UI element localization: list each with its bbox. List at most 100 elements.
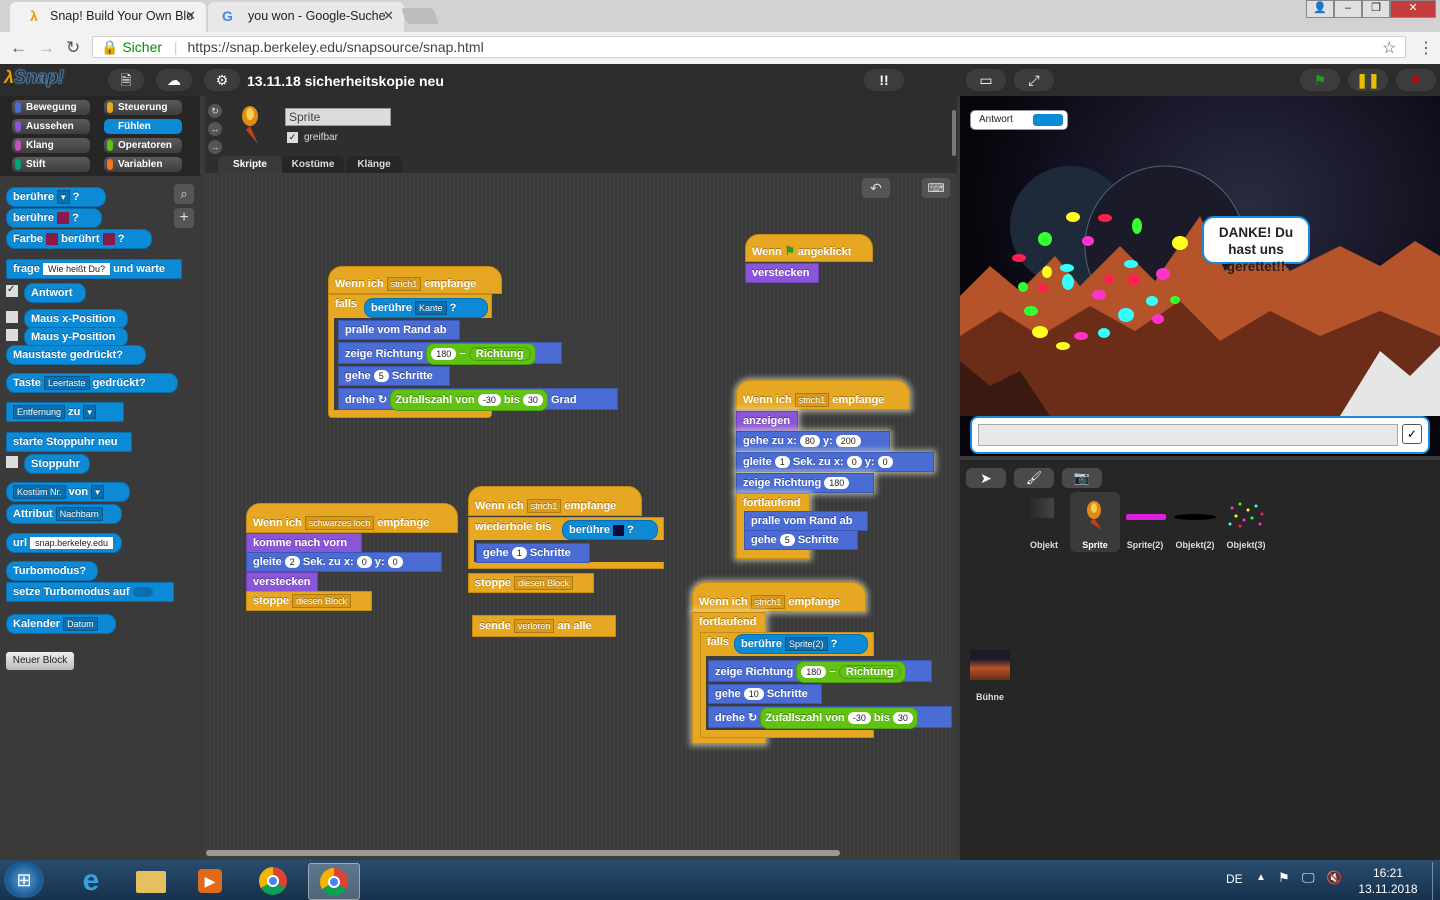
rotation-lr-icon[interactable]: ↔	[208, 122, 222, 136]
answer-watcher[interactable]: Antwort	[970, 110, 1068, 130]
glide-block[interactable]: gleite 2 Sek. zu x: 0 y: 0	[246, 552, 442, 572]
sprite-icon-objekt2[interactable]: Objekt(2)	[1172, 496, 1218, 552]
bounce-block[interactable]: pralle vom Rand ab	[744, 511, 868, 531]
hat-receive-block[interactable]: Wenn ich strich1 empfange	[692, 582, 866, 612]
block-answer[interactable]: Antwort	[24, 283, 86, 303]
category-steuerung[interactable]: Steuerung	[104, 100, 182, 115]
hide-block[interactable]: verstecken	[745, 263, 819, 283]
block-distance[interactable]: Entfernung zu ▾	[6, 402, 124, 422]
minimize-icon[interactable]: –	[1334, 0, 1362, 18]
language-indicator[interactable]: DE	[1226, 872, 1243, 886]
block-mouse-down[interactable]: Maustaste gedrückt?	[6, 345, 146, 365]
horizontal-scrollbar[interactable]	[206, 850, 840, 856]
stop-icon[interactable]: ●	[1396, 69, 1436, 91]
timer-checkbox[interactable]	[6, 456, 18, 468]
maximize-icon[interactable]: ❐	[1362, 0, 1390, 18]
stage-size-icon[interactable]: ▭	[966, 69, 1006, 91]
menu-icon[interactable]: ⋮	[1418, 38, 1434, 58]
close-tab-icon[interactable]: ✕	[185, 8, 196, 24]
sprite-icon-objekt[interactable]: Objekt	[1020, 496, 1068, 552]
block-my-attribute[interactable]: Attribut Nachbarn	[6, 504, 122, 524]
show-block[interactable]: anzeigen	[736, 411, 798, 431]
rotation-free-icon[interactable]: ↻	[208, 104, 222, 118]
turn-block[interactable]: drehe ↻ Zufallszahl von -30 bis 30 Grad	[338, 388, 618, 411]
start-button-icon[interactable]: ⊞	[4, 862, 44, 898]
block-ask[interactable]: frage Wie heißt Du? und warte	[6, 259, 182, 279]
tab-costumes[interactable]: Kostüme	[282, 156, 344, 173]
close-tab-icon[interactable]: ✕	[383, 8, 394, 24]
block-timer[interactable]: Stoppuhr	[24, 454, 90, 474]
tab-snap[interactable]: λ Snap! Build Your Own Blo ✕	[10, 2, 206, 32]
ask-input[interactable]	[978, 424, 1398, 446]
category-klang[interactable]: Klang	[12, 138, 90, 153]
pause-icon[interactable]: ❚❚	[1348, 69, 1388, 91]
block-attribute-of[interactable]: Kostüm Nr. von ▾	[6, 482, 130, 502]
touching-block[interactable]: berühre Kante ?	[364, 298, 488, 318]
touching-block[interactable]: berühre ?	[562, 520, 658, 540]
category-aussehen[interactable]: Aussehen	[12, 119, 90, 134]
move-block[interactable]: gehe 10 Schritte	[708, 684, 822, 704]
action-center-flag-icon[interactable]: ⚑	[1278, 870, 1290, 886]
paintbrush-icon[interactable]: 🖌	[1014, 468, 1054, 488]
forward-icon[interactable]: →	[38, 38, 55, 58]
internet-explorer-icon[interactable]: e	[66, 863, 116, 898]
cloud-menu-icon[interactable]: ☁	[156, 69, 192, 91]
block-turbo[interactable]: Turbomodus?	[6, 561, 98, 581]
broadcast-block[interactable]: sende verloren an alle	[472, 615, 616, 637]
hat-receive-block[interactable]: Wenn ich strich1 empfange	[468, 486, 642, 516]
stop-block[interactable]: stoppe diesen Block	[468, 573, 594, 593]
move-block[interactable]: gehe 1 Schritte	[476, 543, 590, 563]
hat-receive-block[interactable]: Wenn ich strich1 empfange	[328, 266, 502, 294]
user-icon[interactable]: 👤	[1306, 0, 1334, 18]
category-variablen[interactable]: Variablen	[104, 157, 182, 172]
chrome-icon[interactable]	[248, 863, 298, 898]
new-tab-button[interactable]	[401, 8, 439, 24]
sprite-name-field[interactable]: Sprite	[285, 108, 391, 126]
touching-block[interactable]: berühre Sprite(2) ?	[734, 634, 868, 654]
draggable-checkbox[interactable]: ✓	[287, 132, 298, 143]
sprite-bar-scrollbar[interactable]	[952, 110, 956, 156]
block-url[interactable]: url snap.berkeley.edu	[6, 533, 122, 553]
block-mouse-x[interactable]: Maus x-Position	[24, 309, 128, 329]
sprite-icon-sprite[interactable]: Sprite	[1070, 492, 1120, 552]
clock-date[interactable]: 13.11.2018	[1356, 882, 1420, 896]
answer-checkbox[interactable]: ✓	[6, 284, 18, 297]
chrome-active-icon[interactable]	[308, 863, 360, 900]
point-direction-block[interactable]: zeige Richtung 180 − Richtung	[708, 660, 932, 683]
category-fuehlen[interactable]: Fühlen	[104, 119, 182, 134]
block-date[interactable]: Kalender Datum	[6, 614, 116, 634]
stage[interactable]: DANKE! Du hast uns gerettet!! Antwort ✓	[960, 96, 1440, 456]
clock-time[interactable]: 16:21	[1360, 866, 1416, 880]
tab-scripts[interactable]: Skripte	[218, 156, 282, 173]
settings-gear-icon[interactable]: ⚙	[204, 69, 240, 91]
move-block[interactable]: gehe 5 Schritte	[744, 530, 858, 550]
fullscreen-icon[interactable]: ⤢	[1014, 69, 1054, 91]
turn-block[interactable]: drehe ↻ Zufallszahl von -30 bis 30	[708, 706, 952, 729]
category-bewegung[interactable]: Bewegung	[12, 100, 90, 115]
tab-sounds[interactable]: Klänge	[346, 156, 402, 173]
file-explorer-icon[interactable]	[126, 863, 176, 898]
category-operatoren[interactable]: Operatoren	[104, 138, 182, 153]
volume-muted-icon[interactable]: 🔇	[1326, 870, 1342, 886]
undo-icon[interactable]: ↶	[862, 178, 890, 198]
new-block-button[interactable]: Neuer Block	[6, 652, 74, 670]
reload-icon[interactable]: ↻	[66, 38, 80, 58]
search-icon[interactable]: ⌕	[174, 184, 194, 204]
keyboard-entry-icon[interactable]: !!	[864, 69, 904, 91]
show-desktop-button[interactable]	[1432, 862, 1440, 900]
bookmark-star-icon[interactable]: ☆	[1382, 38, 1396, 58]
hat-receive-block[interactable]: Wenn ich strich1 empfange	[736, 380, 910, 410]
file-menu-icon[interactable]: 🗎	[108, 69, 144, 91]
go-front-block[interactable]: komme nach vorn	[246, 533, 362, 553]
point-direction-block[interactable]: zeige Richtung 180	[736, 473, 874, 493]
bounce-block[interactable]: pralle vom Rand ab	[338, 320, 460, 340]
network-icon[interactable]: 🖵	[1302, 870, 1315, 886]
stage-icon[interactable]: Bühne	[968, 648, 1010, 704]
sprite-icon-sprite2[interactable]: Sprite(2)	[1124, 496, 1166, 552]
add-icon[interactable]: +	[174, 208, 194, 228]
hat-receive-block[interactable]: Wenn ich schwarzes loch empfange	[246, 503, 458, 533]
mouse-x-checkbox[interactable]	[6, 311, 18, 323]
address-bar[interactable]: 🔒 Sicher | https://snap.berkeley.edu/sna…	[92, 36, 1406, 58]
green-flag-icon[interactable]: ⚑	[1300, 69, 1340, 91]
camera-icon[interactable]: 📷	[1062, 468, 1102, 488]
